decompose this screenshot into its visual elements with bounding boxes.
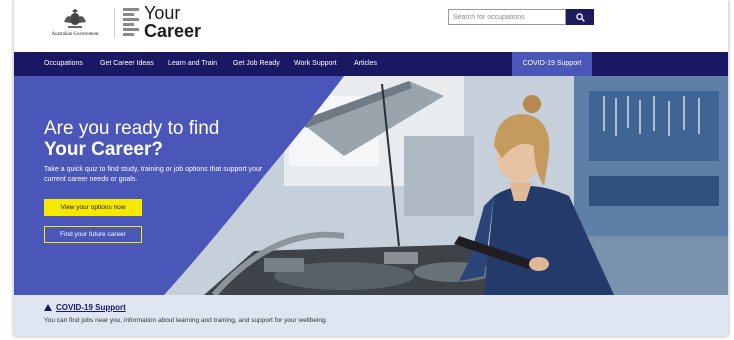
australian-government-logo[interactable]: Australian Government bbox=[44, 8, 106, 38]
coat-of-arms-icon bbox=[64, 9, 86, 28]
hero-copy: Are you ready to find Your Career? Take … bbox=[44, 118, 274, 185]
search-button[interactable] bbox=[566, 9, 594, 25]
nav-item-get-job-ready[interactable]: Get Job Ready bbox=[233, 52, 280, 76]
nav-item-covid-support[interactable]: COVID-19 Support bbox=[512, 52, 592, 76]
search-icon bbox=[575, 12, 585, 22]
brand-word-career[interactable]: Career bbox=[144, 22, 201, 40]
hero-title-line2: Your Career? bbox=[44, 139, 163, 160]
view-options-button[interactable]: View your options now bbox=[44, 199, 142, 216]
main-navigation: Occupations Get Career Ideas Learn and T… bbox=[14, 52, 728, 76]
search-form bbox=[448, 9, 594, 25]
hero-title-line1: Are you ready to find bbox=[44, 118, 220, 139]
logo-divider bbox=[114, 8, 115, 38]
find-career-button[interactable]: Find your future career bbox=[44, 226, 142, 243]
site-header: Australian Government Your Career bbox=[14, 0, 728, 52]
nav-item-learn-and-train[interactable]: Learn and Train bbox=[168, 52, 217, 76]
hero-blue-panel bbox=[14, 76, 344, 295]
page-frame: Australian Government Your Career Occupa… bbox=[14, 0, 728, 336]
hero-banner: Are you ready to find Your Career? Take … bbox=[14, 76, 728, 295]
nav-item-occupations[interactable]: Occupations bbox=[44, 52, 83, 76]
brand-word-your[interactable]: Your bbox=[144, 4, 180, 22]
covid-link-row: COVID-19 Support bbox=[44, 303, 126, 312]
nav-item-get-career-ideas[interactable]: Get Career Ideas bbox=[100, 52, 154, 76]
gov-logo-text: Australian Government bbox=[51, 32, 99, 37]
covid-description: You can find jobs near you, information … bbox=[44, 317, 328, 324]
nav-item-articles[interactable]: Articles bbox=[354, 52, 377, 76]
covid-banner: COVID-19 Support You can find jobs near … bbox=[14, 295, 728, 336]
your-career-logo-mark-icon bbox=[123, 8, 139, 36]
hero-subtitle: Take a quick quiz to find study, trainin… bbox=[44, 166, 263, 183]
nav-item-work-support[interactable]: Work Support bbox=[294, 52, 337, 76]
warning-triangle-icon bbox=[44, 304, 52, 311]
covid-support-link[interactable]: COVID-19 Support bbox=[56, 303, 126, 312]
search-input[interactable] bbox=[448, 9, 566, 25]
